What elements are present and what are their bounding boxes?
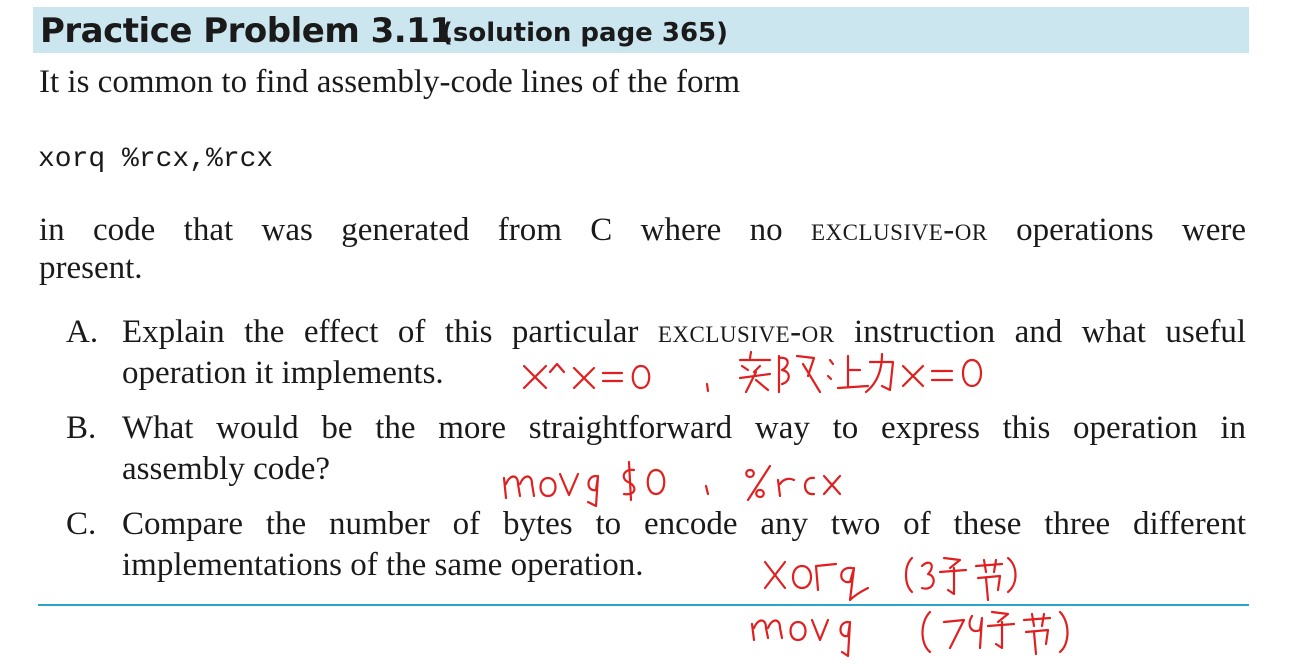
question-a-line-1: Explain the effect of this particular ex… bbox=[122, 312, 1246, 352]
problem-title: Practice Problem 3.11 bbox=[40, 11, 453, 51]
body-text-1: in code that was generated from C where … bbox=[39, 212, 783, 248]
problem-header: Practice Problem 3.11 (solution page 365… bbox=[33, 7, 1249, 53]
question-b-line-1: What would be the more straightforward w… bbox=[122, 408, 1246, 448]
section-divider bbox=[38, 604, 1249, 606]
handwritten-note-b bbox=[502, 460, 842, 508]
body-text-2: operations were bbox=[1016, 212, 1246, 248]
question-a-text-1: Explain the effect of this particular bbox=[122, 314, 639, 350]
question-c-line-2: implementations of the same operation. bbox=[122, 547, 644, 583]
solution-reference: (solution page 365) bbox=[441, 18, 729, 48]
body-line-1: in code that was generated from C where … bbox=[39, 210, 1246, 250]
handwritten-note-c2 bbox=[750, 610, 1069, 658]
question-b-text-1: What would be the more straightforward w… bbox=[122, 410, 1246, 446]
handwritten-note-c1 bbox=[763, 556, 1017, 602]
question-c-text-1: Compare the number of bytes to encode an… bbox=[122, 506, 1246, 542]
exclusive-or-term: exclusive-or bbox=[657, 314, 835, 350]
body-line-2: present. bbox=[39, 250, 143, 286]
handwritten-note-a bbox=[522, 350, 983, 394]
question-a-line-2: operation it implements. bbox=[122, 355, 444, 391]
question-a-label: A. bbox=[66, 314, 99, 350]
question-c-line-1: Compare the number of bytes to encode an… bbox=[122, 504, 1246, 544]
code-line: xorq %rcx,%rcx bbox=[38, 144, 274, 175]
question-b-label: B. bbox=[66, 410, 97, 446]
exclusive-or-term: exclusive-or bbox=[811, 212, 988, 248]
intro-text: It is common to find assembly-code lines… bbox=[39, 64, 741, 100]
question-a-text-2: instruction and what useful bbox=[854, 314, 1246, 350]
question-b-line-2: assembly code? bbox=[122, 451, 331, 487]
question-c-label: C. bbox=[66, 506, 97, 542]
